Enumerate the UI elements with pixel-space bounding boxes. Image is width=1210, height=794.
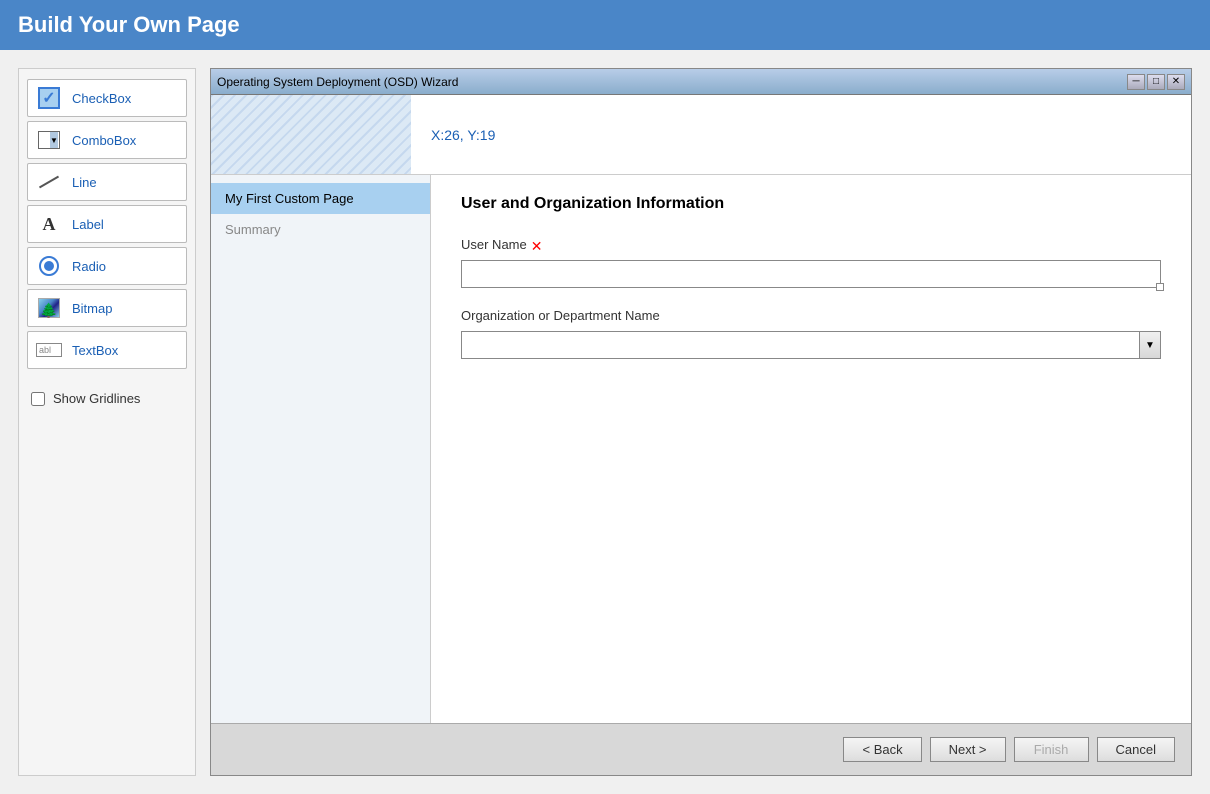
org-dept-label-row: Organization or Department Name — [461, 308, 1161, 327]
user-name-input-wrapper — [461, 260, 1161, 288]
toolbar-item-line[interactable]: Line — [27, 163, 187, 201]
label-icon: A — [36, 211, 62, 237]
org-dept-label: Organization or Department Name — [461, 308, 660, 323]
toolbar-item-bitmap[interactable]: 🌲 Bitmap — [27, 289, 187, 327]
wizard-main: My First Custom Page Summary User and Or… — [211, 175, 1191, 723]
section-title: User and Organization Information — [461, 195, 1161, 213]
user-name-label-row: User Name ✕ — [461, 237, 1161, 256]
app-header: Build Your Own Page — [0, 0, 1210, 50]
nav-item-summary[interactable]: Summary — [211, 214, 430, 245]
checkbox-label: CheckBox — [72, 91, 131, 106]
wizard-titlebar: Operating System Deployment (OSD) Wizard… — [211, 69, 1191, 95]
finish-button[interactable]: Finish — [1014, 737, 1089, 762]
org-dept-input[interactable] — [461, 331, 1139, 359]
org-dept-dropdown-button[interactable]: ▼ — [1139, 331, 1161, 359]
toolbar-item-textbox[interactable]: abl TextBox — [27, 331, 187, 369]
user-name-label: User Name — [461, 237, 527, 252]
combobox-icon: ▼ — [36, 127, 62, 153]
checkbox-icon — [36, 85, 62, 111]
radio-label: Radio — [72, 259, 106, 274]
toolbar-item-label[interactable]: A Label — [27, 205, 187, 243]
combobox-label: ComboBox — [72, 133, 136, 148]
bitmap-label: Bitmap — [72, 301, 112, 316]
org-dept-group: Organization or Department Name ▼ — [461, 308, 1161, 359]
main-content: CheckBox ▼ ComboBox Line A Label — [0, 50, 1210, 794]
user-name-resize-handle[interactable] — [1156, 283, 1164, 291]
back-button[interactable]: < Back — [843, 737, 921, 762]
wizard-nav: My First Custom Page Summary — [211, 175, 431, 723]
bitmap-icon: 🌲 — [36, 295, 62, 321]
wizard-footer: < Back Next > Finish Cancel — [211, 723, 1191, 775]
user-name-input[interactable] — [461, 260, 1161, 288]
wizard-controls: ─ □ ✕ — [1127, 74, 1185, 90]
user-name-group: User Name ✕ — [461, 237, 1161, 288]
wizard-window: Operating System Deployment (OSD) Wizard… — [210, 68, 1192, 776]
line-label: Line — [72, 175, 97, 190]
line-icon — [36, 169, 62, 195]
next-button[interactable]: Next > — [930, 737, 1006, 762]
minimize-button[interactable]: ─ — [1127, 74, 1145, 90]
user-name-required-marker: ✕ — [531, 238, 543, 255]
textbox-label: TextBox — [72, 343, 118, 358]
app-title: Build Your Own Page — [18, 12, 240, 38]
textbox-icon: abl — [36, 337, 62, 363]
org-dept-combobox-wrapper: ▼ — [461, 331, 1161, 359]
show-gridlines-label[interactable]: Show Gridlines — [53, 391, 140, 406]
toolbar-panel: CheckBox ▼ ComboBox Line A Label — [18, 68, 196, 776]
wizard-coords: X:26, Y:19 — [411, 127, 515, 143]
nav-item-custom-page[interactable]: My First Custom Page — [211, 183, 430, 214]
radio-icon — [36, 253, 62, 279]
wizard-content: User and Organization Information User N… — [431, 175, 1191, 723]
close-button[interactable]: ✕ — [1167, 74, 1185, 90]
show-gridlines-row: Show Gridlines — [27, 383, 187, 414]
banner-pattern — [211, 95, 411, 175]
maximize-button[interactable]: □ — [1147, 74, 1165, 90]
toolbar-item-combobox[interactable]: ▼ ComboBox — [27, 121, 187, 159]
toolbar-item-checkbox[interactable]: CheckBox — [27, 79, 187, 117]
label-label: Label — [72, 217, 104, 232]
wizard-title: Operating System Deployment (OSD) Wizard — [217, 75, 458, 89]
cancel-button[interactable]: Cancel — [1097, 737, 1175, 762]
show-gridlines-checkbox[interactable] — [31, 392, 45, 406]
toolbar-item-radio[interactable]: Radio — [27, 247, 187, 285]
wizard-body: X:26, Y:19 My First Custom Page Summary … — [211, 95, 1191, 775]
wizard-banner: X:26, Y:19 — [211, 95, 1191, 175]
